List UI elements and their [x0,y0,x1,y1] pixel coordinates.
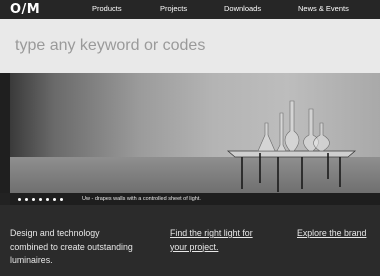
brand-logo[interactable]: O/M [10,2,40,17]
table-top [226,150,357,158]
nav-item-products[interactable]: Products [92,4,122,14]
search-bar [0,19,380,73]
nav-item-projects[interactable]: Projects [160,4,187,14]
bottle-glass [284,100,300,152]
carousel-dot[interactable] [32,198,35,201]
find-right-light-link[interactable]: Find the right light for your project. [170,227,270,254]
footer-section: Design and technology combined to create… [0,205,380,276]
top-navigation-bar: O/M Products Projects Downloads News & E… [0,0,380,19]
carousel-dot[interactable] [60,198,63,201]
search-input[interactable] [0,19,380,73]
hero-left-edge [0,73,10,193]
carousel-dot[interactable] [39,198,42,201]
carousel-dot[interactable] [53,198,56,201]
hero-caption: Uw - drapes walls with a controlled shee… [82,196,201,202]
carousel-dot[interactable] [25,198,28,201]
carousel-dot[interactable] [18,198,21,201]
glassware-table-illustration [226,100,357,192]
nav-item-news-events[interactable]: News & Events [298,4,349,14]
brand-tagline: Design and technology combined to create… [10,228,133,265]
tube-glass [276,112,287,152]
carousel-dot[interactable] [46,198,49,201]
hero-image [10,73,380,193]
explore-brand-link[interactable]: Explore the brand [297,227,377,241]
hero-caption-bar: Uw - drapes walls with a controlled shee… [10,193,380,205]
flask-glass [257,122,276,152]
nav-item-downloads[interactable]: Downloads [224,4,261,14]
